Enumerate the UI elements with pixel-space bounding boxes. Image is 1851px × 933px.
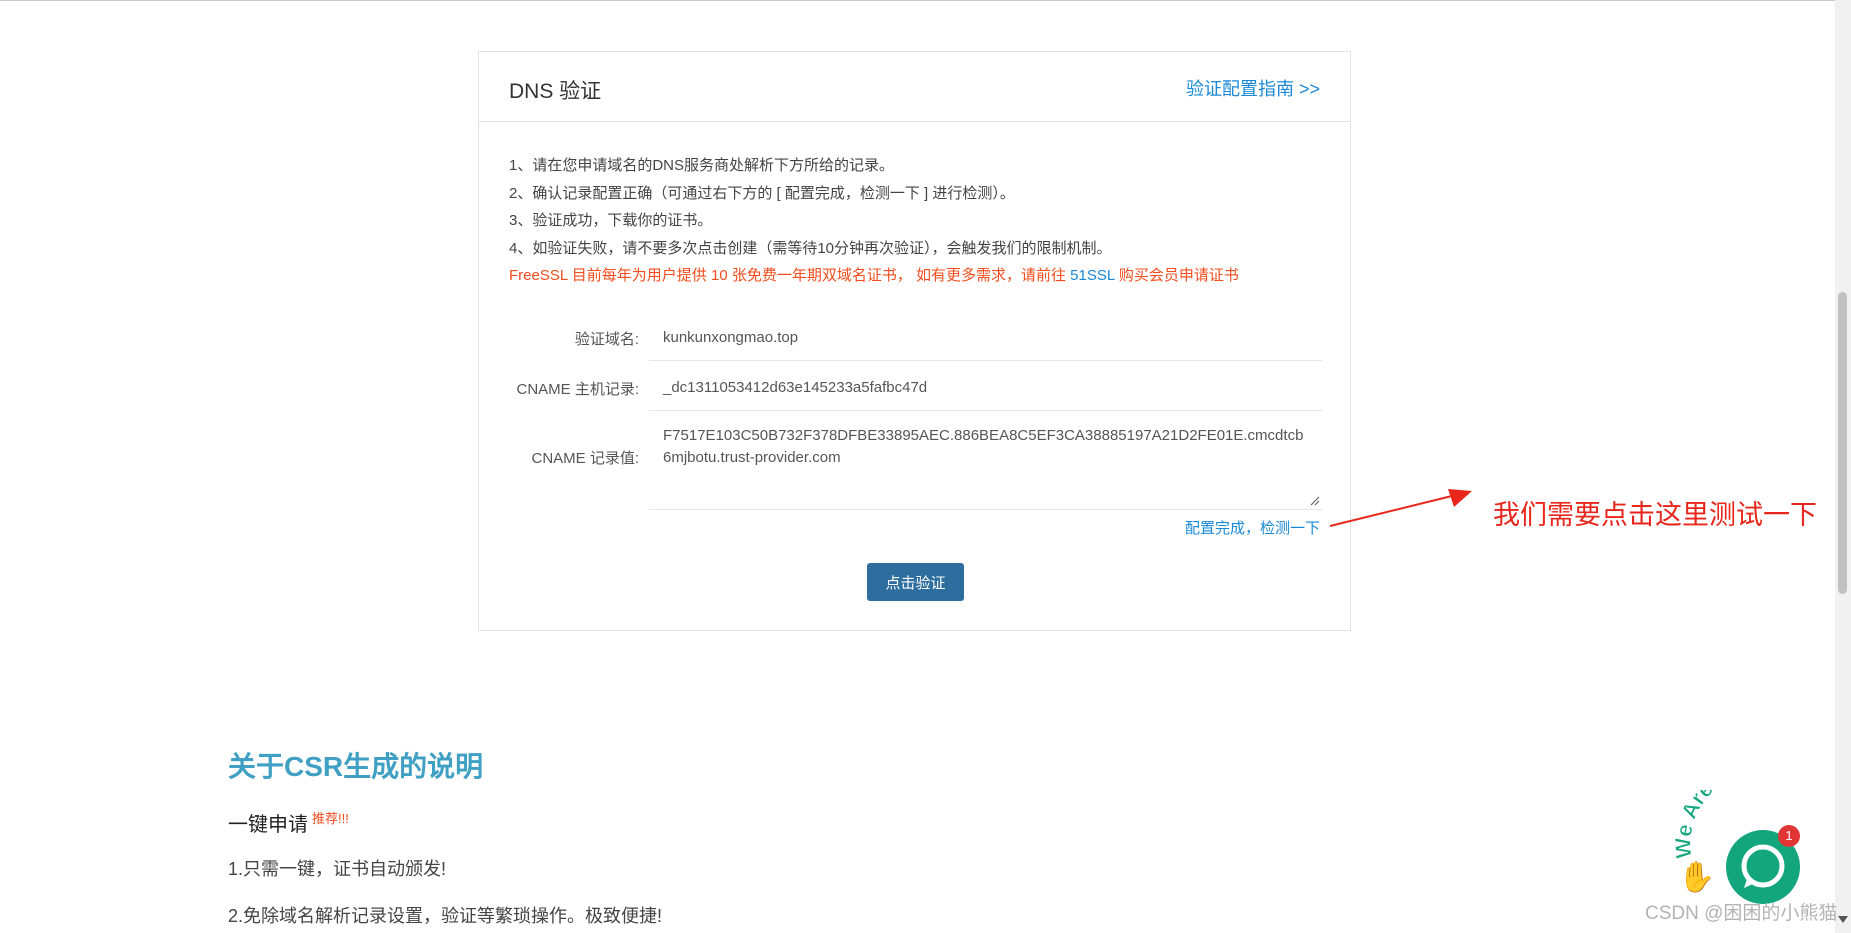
cname-value-text: F7517E103C50B732F378DFBE33895AEC.886BEA8… [663,427,1304,466]
notice-text-end: 购买会员申请证书 [1114,267,1239,284]
cname-host-field[interactable]: _dc1311053412d63e145233a5fafbc47d [649,365,1322,411]
config-check-link[interactable]: 配置完成，检测一下 [1185,517,1320,538]
panel-title: DNS 验证 [509,80,602,103]
csr-point-1: 1.只需一键，证书自动颁发! [228,859,447,879]
top-border [0,0,1851,1]
notification-badge: 1 [1778,825,1800,847]
instruction-step: 4、如验证失败，请不要多次点击创建（需等待10分钟再次验证），会触发我们的限制机… [509,239,1112,257]
chat-widget[interactable]: We Are Here! 1 ✋ [1670,790,1840,910]
instruction-list: 1、请在您申请域名的DNS服务商处解析下方所给的记录。 2、确认记录配置正确（可… [509,152,1239,290]
domain-label: 验证域名: [574,331,639,348]
dns-verification-panel: DNS 验证 验证配置指南 >> 1、请在您申请域名的DNS服务商处解析下方所给… [478,51,1351,631]
panel-header: DNS 验证 验证配置指南 >> [479,52,1350,122]
verify-button[interactable]: 点击验证 [867,563,964,601]
annotation-text: 我们需要点击这里测试一下 [1493,500,1817,530]
cname-host-label: CNAME 主机记录: [516,381,639,398]
instruction-step: 3、验证成功，下载你的证书。 [509,212,713,229]
red-arrow-icon [1329,489,1472,527]
51ssl-link[interactable]: 51SSL [1070,267,1114,284]
verify-guide-link[interactable]: 验证配置指南 >> [1186,75,1320,101]
csr-section-title: 关于CSR生成的说明 [228,751,484,782]
csdn-watermark: CSDN @困困的小熊猫 [1645,903,1838,924]
cname-value-label: CNAME 记录值: [531,450,639,467]
resize-handle-icon[interactable] [1310,496,1320,506]
one-key-apply-heading: 一键申请 推荐!!! [228,808,349,837]
cname-value-textarea[interactable]: F7517E103C50B732F378DFBE33895AEC.886BEA8… [649,415,1322,510]
free-ssl-notice: FreeSSL 目前每年为用户提供 10 张免费一年期双域名证书， 如有更多需求… [509,262,1239,290]
waving-hand-icon: ✋ [1678,861,1716,894]
scrollbar-thumb[interactable] [1838,292,1847,594]
csr-point-2: 2.免除域名解析记录设置，验证等繁琐操作。极致便捷! [228,906,663,926]
instruction-step: 2、确认记录配置正确（可通过右下方的 [ 配置完成，检测一下 ] 进行检测）。 [509,184,1015,202]
instruction-step: 1、请在您申请域名的DNS服务商处解析下方所给的记录。 [509,157,895,174]
scroll-down-arrow-icon[interactable] [1838,916,1848,923]
recommend-badge: 推荐!!! [312,811,349,827]
notice-text: FreeSSL 目前每年为用户提供 10 张免费一年期双域名证书， 如有更多需求… [509,267,1071,284]
domain-value-field[interactable]: kunkunxongmao.top [649,315,1322,361]
one-key-label: 一键申请 [228,814,308,836]
